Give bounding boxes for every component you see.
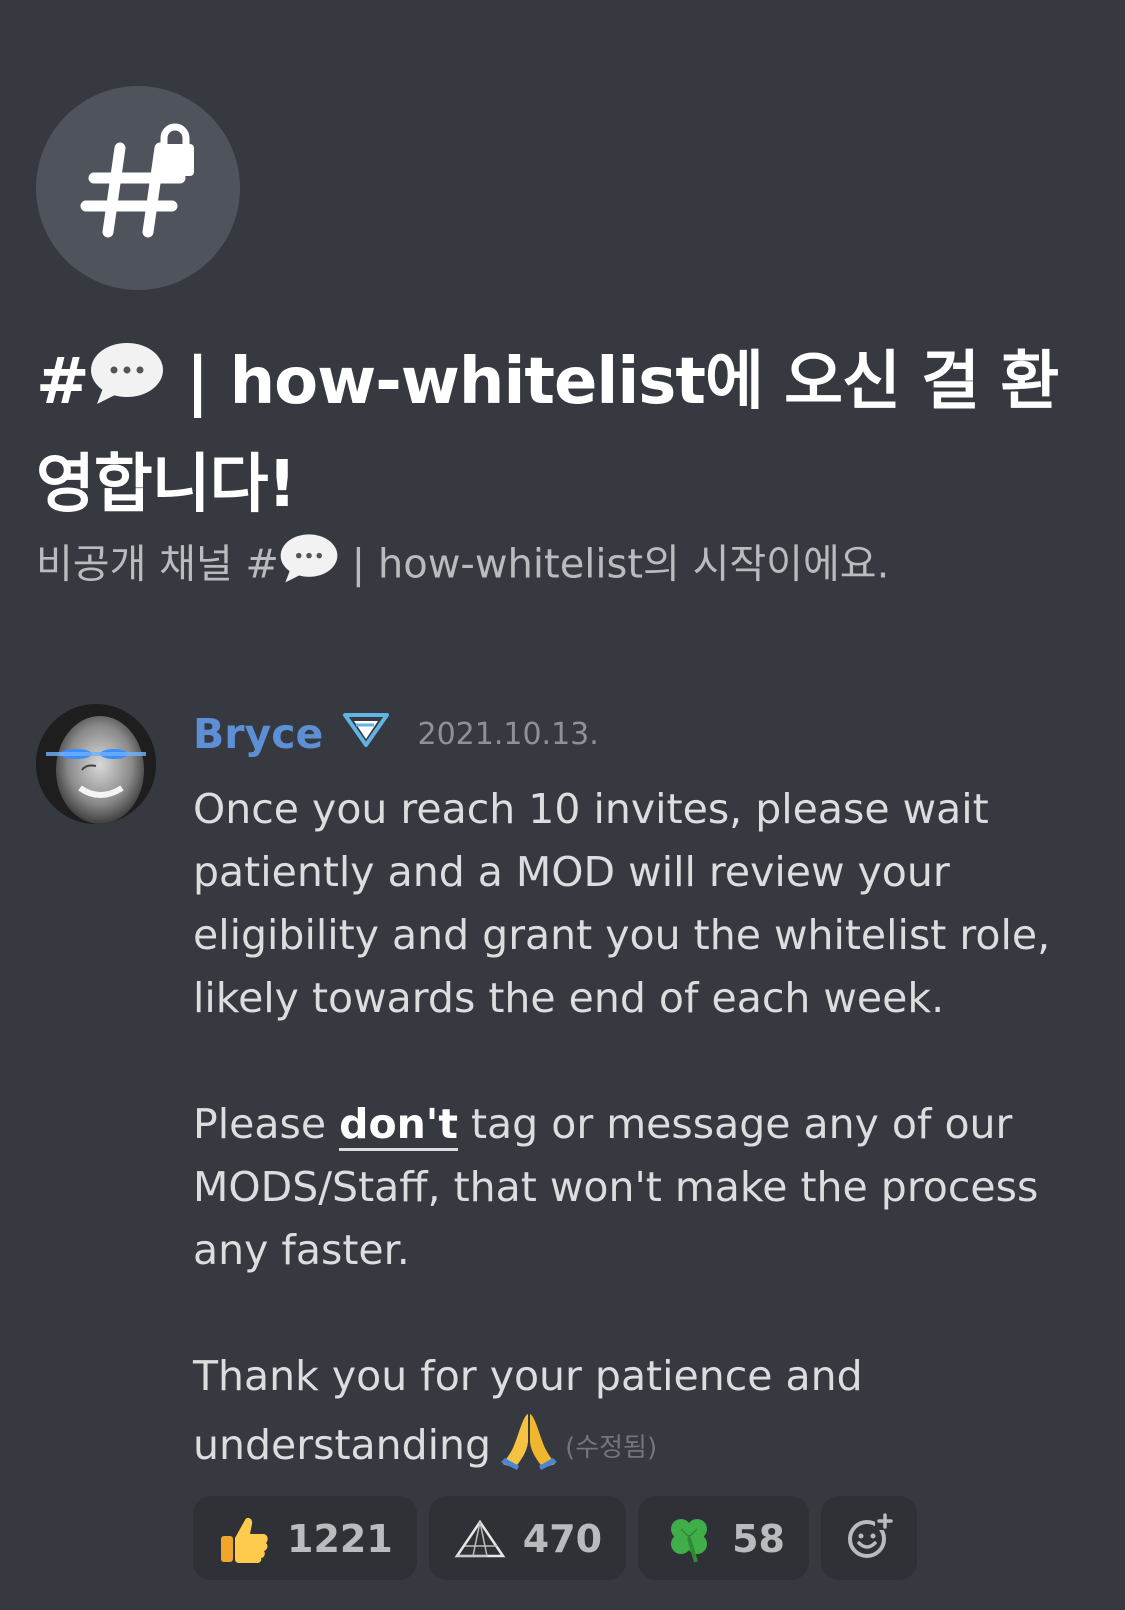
add-reaction-button[interactable] [820,1496,917,1580]
message-timestamp: 2021.10.13. [417,716,599,752]
message-content: Once you reach 10 invites, please wait p… [193,778,1093,1488]
channel-welcome-subtitle: 비공개 채널 # | how-whitelist의 시작이에요. [36,532,1096,601]
reaction-count: 1221 [287,1516,393,1561]
reaction-clover[interactable]: 58 [638,1496,809,1580]
reaction-triangle[interactable]: 470 [428,1496,627,1580]
thumbs-up-icon [217,1512,271,1566]
paragraph2-bold: don't [339,1100,458,1151]
verified-badge-icon [342,709,390,753]
praying-hands-icon [499,1408,559,1488]
four-leaf-clover-icon [662,1512,716,1566]
avatar[interactable] [36,704,156,824]
author-name[interactable]: Bryce [193,710,323,758]
message-paragraph-1: Once you reach 10 invites, please wait p… [193,785,1051,1022]
reaction-thumbs-up[interactable]: 1221 [193,1496,417,1580]
edited-label: (수정됨) [565,1432,658,1463]
title-prefix: # [36,345,90,419]
message-header: Bryce 2021.10.13. [193,710,599,764]
hashtag-lock-icon [80,123,194,238]
message-paragraph-3: Thank you for your patience and understa… [193,1345,1093,1488]
title-text: | how-whitelist에 오신 걸 환영합니다! [36,345,1059,523]
reaction-count: 470 [522,1516,603,1561]
subtitle-prefix: 비공개 채널 # [36,541,279,588]
speech-bubble-icon-small [279,532,339,601]
reaction-count: 58 [732,1516,785,1561]
add-reaction-icon [847,1513,895,1558]
paragraph2-before: Please [193,1100,340,1148]
reactions-bar: 1221 470 58 [193,1496,917,1580]
subtitle-text: | how-whitelist의 시작이에요. [351,541,890,588]
speech-bubble-icon [89,335,165,435]
triangle-icon [453,1512,507,1566]
channel-welcome-title: # | how-whitelist에 오신 걸 환영합니다! [36,332,1096,535]
message-paragraph-2: Please don't tag or message any of our M… [193,1093,1093,1282]
channel-icon [36,86,240,290]
